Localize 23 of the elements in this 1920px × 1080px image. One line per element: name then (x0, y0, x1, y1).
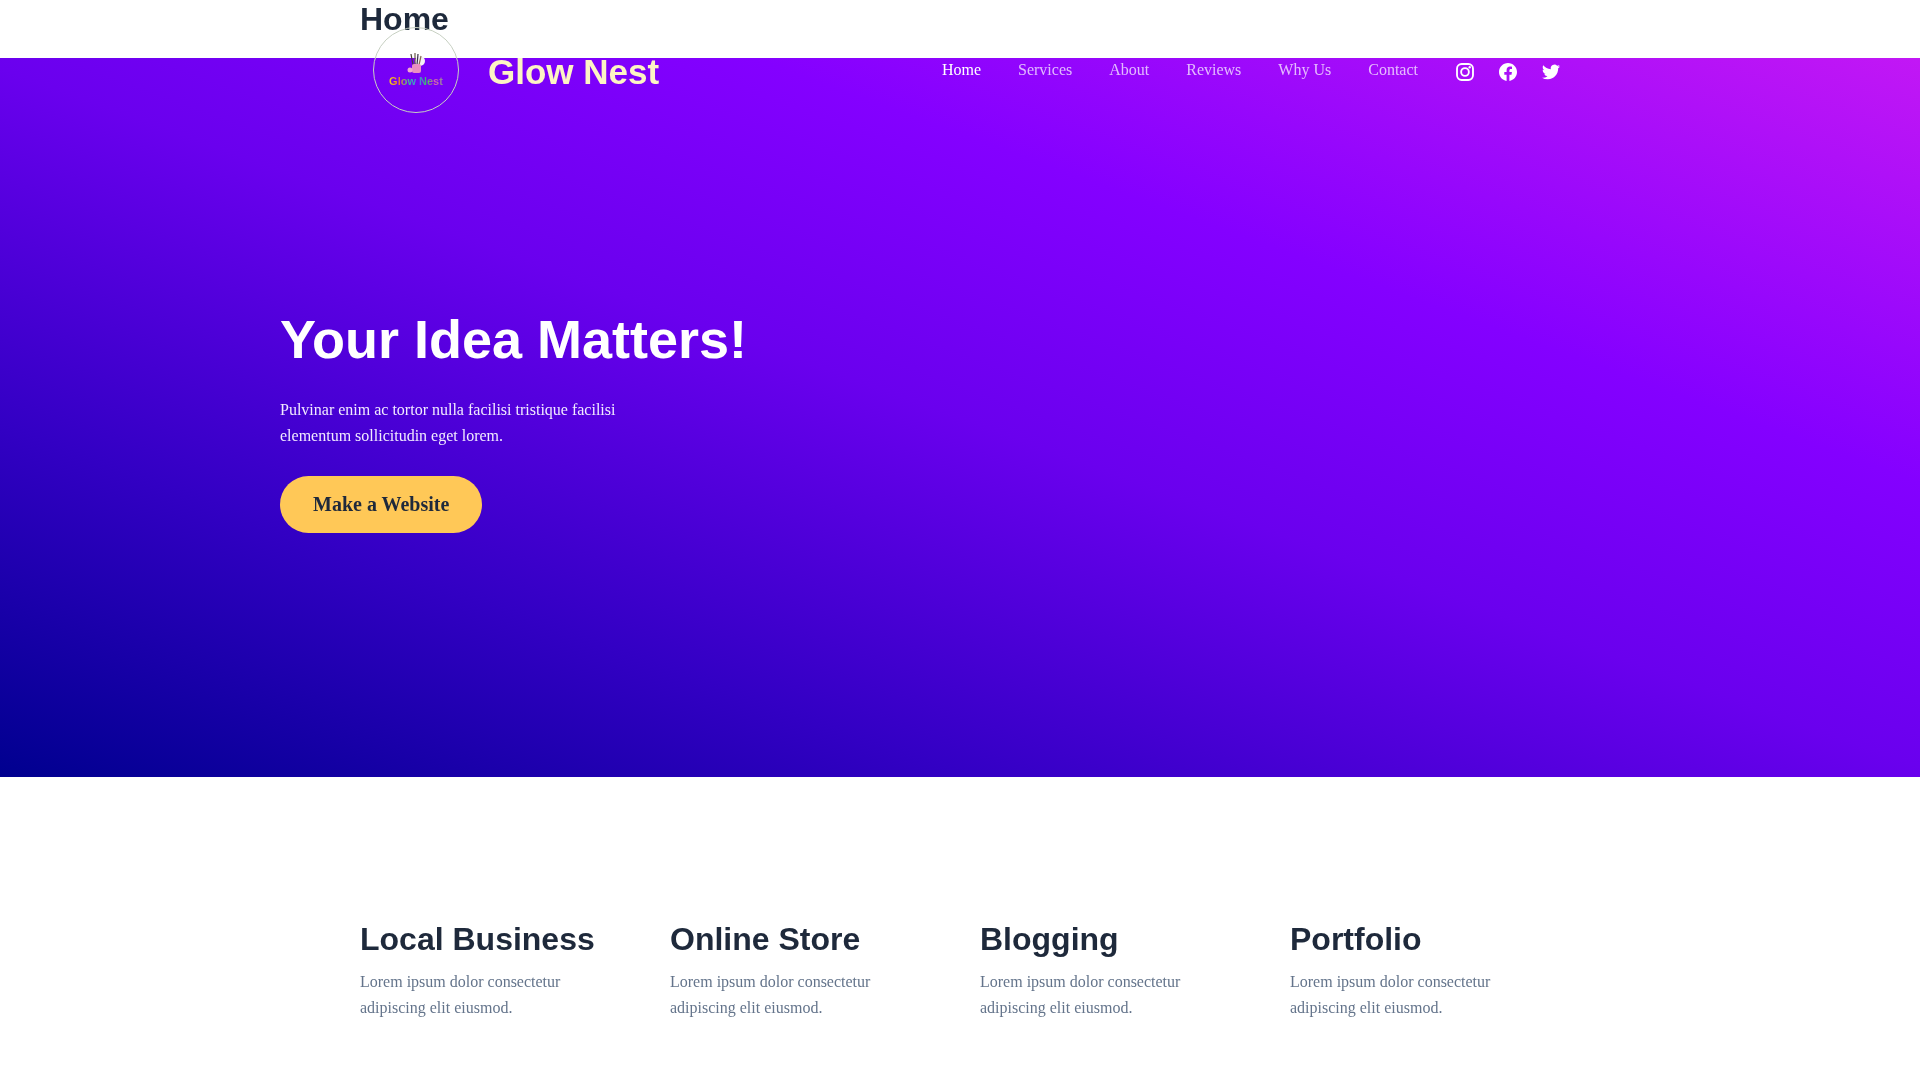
feature-text: Lorem ipsum dolor consectetur adipiscing elit eiusmod. (980, 972, 1182, 1019)
nav-link[interactable]: Why Us (1278, 60, 1332, 80)
nav-link[interactable]: Reviews (1186, 60, 1242, 80)
twitter-icon[interactable] (1542, 63, 1560, 81)
nav-link[interactable]: About (1109, 60, 1150, 80)
feature-title: Blogging (980, 920, 1119, 958)
hero-headline: Your Idea Matters! (280, 308, 748, 371)
make-website-button[interactable]: Make a Website (280, 476, 483, 533)
nav-link[interactable]: Contact (1368, 60, 1418, 80)
nav-link[interactable]: Services (1018, 60, 1073, 80)
facebook-icon[interactable] (1499, 63, 1517, 81)
feature-text: Lorem ipsum dolor consectetur adipiscing elit eiusmod. (670, 972, 872, 1019)
brush-jar-icon (406, 52, 426, 74)
nav-link[interactable]: Home (941, 60, 982, 80)
feature-title: Local Business (360, 920, 595, 958)
feature-title: Online Store (670, 920, 861, 958)
hero-text: Pulvinar enim ac tortor nulla facilisi tristique facilisi elementum sollicitudin eget lorem. (280, 400, 617, 447)
feature-title: Portfolio (1290, 920, 1422, 958)
site-title[interactable]: Glow Nest (488, 51, 660, 93)
instagram-icon[interactable] (1456, 63, 1474, 81)
logo-text: Glow Nest (389, 75, 443, 88)
feature-text: Lorem ipsum dolor consectetur adipiscing elit eiusmod. (360, 972, 562, 1019)
feature-text: Lorem ipsum dolor consectetur adipiscing elit eiusmod. (1290, 972, 1492, 1019)
